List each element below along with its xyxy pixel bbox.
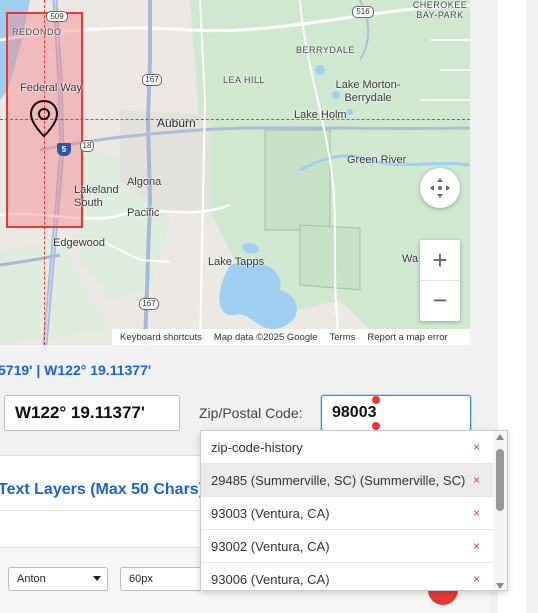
coordinates-readout: 5719' | W122° 19.11377' [0, 362, 152, 378]
dropdown-item[interactable]: 93002 (Ventura, CA) × [201, 530, 493, 563]
place-green-river: Green River [347, 154, 407, 166]
dropdown-scrollbar[interactable] [493, 431, 507, 590]
report-error-link[interactable]: Report a map error [367, 332, 447, 343]
route-shield-516: 516 [352, 6, 374, 18]
size-select[interactable]: 60px [120, 567, 210, 591]
zoom-in-button[interactable]: + [420, 241, 460, 281]
place-lake-tapps: Lake Tapps [208, 256, 265, 268]
place-redondo: REDONDO [12, 27, 62, 37]
route-shield-5: 5 [57, 143, 71, 156]
zoom-controls: + − [420, 240, 460, 321]
route-shield-167-north: 167 [142, 74, 162, 86]
longitude-input[interactable] [4, 395, 180, 431]
place-lake-morton-berrydale: Lake Morton-Berrydale [335, 79, 401, 104]
map-view[interactable]: REDONDO Federal Way Lakeland South Edgew… [0, 0, 470, 345]
remove-icon[interactable]: × [473, 473, 480, 487]
route-shield-18: 18 [80, 140, 94, 152]
place-federal-way: Federal Way [20, 82, 82, 94]
text-layers-title: Text Layers (Max 50 Chars) [0, 481, 205, 498]
route-shield-509: 509 [46, 11, 68, 22]
place-wa: Wa [402, 253, 419, 265]
dropdown-item-label: 93003 (Ventura, CA) [211, 505, 330, 521]
crosshair-horizontal [0, 119, 470, 120]
remove-icon[interactable]: × [473, 440, 480, 454]
route-shield-167-south: 167 [139, 298, 159, 310]
remove-icon[interactable]: × [473, 572, 480, 586]
caret-handle-top [372, 396, 380, 404]
page: REDONDO Federal Way Lakeland South Edgew… [0, 0, 538, 613]
place-pacific: Pacific [127, 207, 160, 219]
place-algona: Algona [127, 176, 162, 188]
size-select-value: 60px [129, 573, 153, 585]
zoom-out-button[interactable]: − [420, 281, 460, 321]
move-arrows-icon [430, 178, 450, 198]
zip-autocomplete-dropdown: zip-code-history × 29485 (Summerville, S… [200, 430, 508, 591]
remove-icon[interactable]: × [473, 506, 480, 520]
dropdown-item[interactable]: 93006 (Ventura, CA) × [201, 563, 493, 590]
dropdown-item-label: 93006 (Ventura, CA) [211, 571, 330, 587]
remove-icon[interactable]: × [473, 539, 480, 553]
dropdown-item[interactable]: zip-code-history × [201, 431, 493, 464]
map-data-text: Map data ©2025 Google [213, 331, 318, 343]
keyboard-shortcuts-link[interactable]: Keyboard shortcuts [120, 332, 202, 343]
dropdown-item-label: 93002 (Ventura, CA) [211, 538, 330, 554]
caret-handle-bottom [372, 422, 380, 430]
dropdown-item-label: 29485 (Summerville, SC) (Summerville, SC… [211, 472, 466, 488]
place-cherokee-bay-park: CHEROKEE BAY-PARK [412, 0, 468, 20]
dropdown-item[interactable]: 29485 (Summerville, SC) (Summerville, SC… [201, 464, 493, 497]
crosshair-vertical [44, 0, 45, 345]
zip-input[interactable] [321, 395, 471, 431]
place-lake-holm: Lake Holm [294, 109, 347, 121]
terms-link[interactable]: Terms [330, 332, 356, 343]
place-edgewood: Edgewood [53, 237, 105, 249]
place-lea-hill: LEA HILL [223, 75, 266, 85]
map-pin-icon[interactable] [30, 100, 58, 138]
font-select[interactable]: Anton [8, 567, 108, 591]
scroll-up-arrow-icon[interactable] [496, 434, 504, 440]
recenter-button[interactable] [420, 168, 460, 208]
font-select-value: Anton [17, 573, 46, 585]
map-attribution: Keyboard shortcuts Map data ©2025 Google… [112, 329, 470, 345]
chevron-down-icon [93, 576, 101, 581]
dropdown-item[interactable]: 93003 (Ventura, CA) × [201, 497, 493, 530]
scroll-down-arrow-icon[interactable] [496, 583, 504, 589]
place-auburn: Auburn [157, 116, 196, 130]
place-lakeland-south: Lakeland South [74, 184, 119, 209]
dropdown-item-label: zip-code-history [211, 439, 303, 455]
zip-label: Zip/Postal Code: [199, 405, 303, 421]
place-berrydale: BERRYDALE [296, 45, 355, 55]
scrollbar-thumb[interactable] [496, 449, 504, 511]
